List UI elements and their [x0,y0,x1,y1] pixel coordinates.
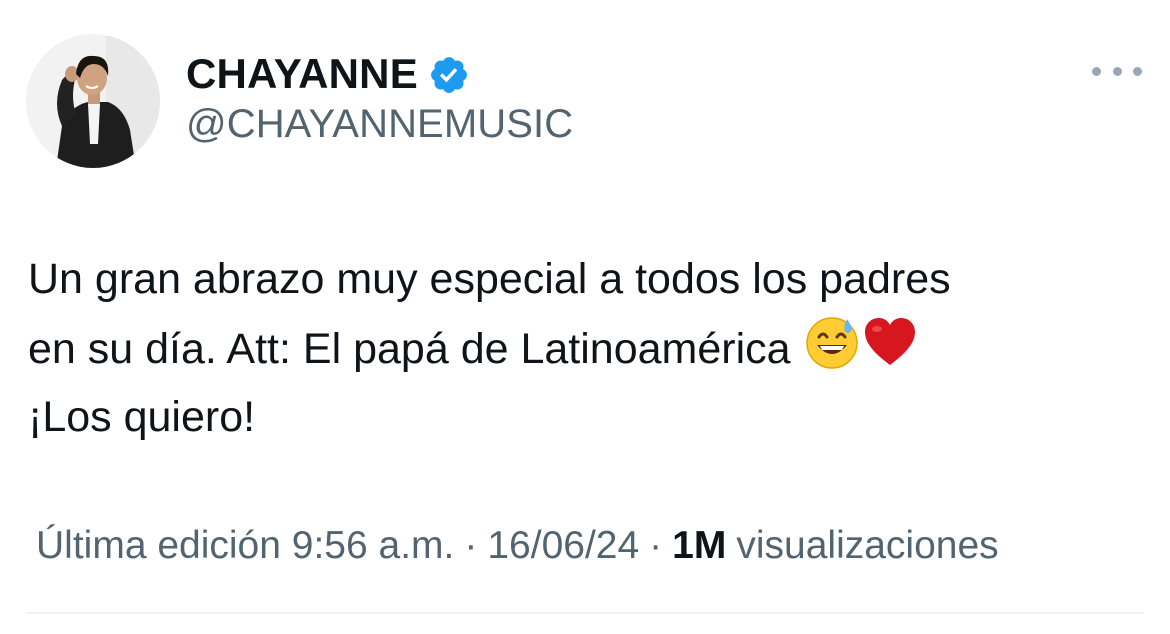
tweet-text-line-2: en su día. Att: El papá de Latinoamérica [28,313,1148,383]
tweet-text: Un gran abrazo muy especial a todos los … [28,245,1148,451]
tweet-text-line-1: Un gran abrazo muy especial a todos los … [28,255,951,303]
avatar-photo [26,34,160,168]
meta-separator: · [649,524,663,567]
tweet-meta: Última edición 9:56 a.m. · 16/06/24 · 1M… [36,524,999,568]
more-dot-icon [1133,66,1142,76]
edited-timestamp-link[interactable]: Última edición 9:56 a.m. [36,524,454,568]
more-dot-icon [1112,66,1122,76]
grinning-sweat-emoji-icon [803,313,861,371]
views-count: 1M [672,524,727,567]
display-name[interactable]: CHAYANNE [186,50,418,98]
tweet-card: CHAYANNE @CHAYANNEMUSIC Un gran abrazo m… [0,0,1170,634]
more-dot-icon [1092,66,1101,76]
tweet-text-line-3: ¡Los quiero! [28,393,256,441]
tweet-text-line-2-text: en su día. Att: El papá de Latinoamérica [28,325,791,373]
more-options-button[interactable] [1092,56,1142,86]
verified-badge-icon[interactable] [428,54,470,96]
avatar[interactable] [26,34,160,168]
author-handle[interactable]: @CHAYANNEMUSIC [186,102,573,147]
red-heart-emoji-icon [861,313,919,371]
divider [26,612,1144,614]
meta-separator: · [464,524,478,567]
views-label: visualizaciones [736,524,999,567]
author-name-row: CHAYANNE [186,48,470,100]
tweet-date-link[interactable]: 16/06/24 [487,524,639,568]
